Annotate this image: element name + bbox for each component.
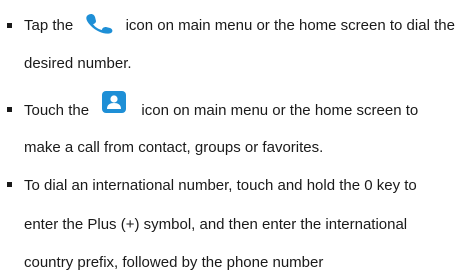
- item-text-line-1: Touch the icon on main menu or the home …: [24, 91, 419, 123]
- item-text-continuation: enter the Plus (+) symbol, and then ente…: [24, 216, 408, 233]
- item-text: To dial an international number, touch a…: [24, 177, 417, 194]
- item-text-after-icon: icon on main menu or the home screen to: [141, 101, 419, 119]
- bullet-marker: [7, 182, 12, 187]
- contacts-icon: [101, 90, 127, 114]
- item-text-line-2: desired number.: [24, 54, 132, 74]
- item-text-continuation: desired number.: [24, 55, 132, 72]
- item-text-before-icon: Tap the: [24, 16, 74, 34]
- item-text-line-2: make a call from contact, groups or favo…: [24, 138, 323, 158]
- item-text-line-1: To dial an international number, touch a…: [24, 176, 417, 196]
- bullet-marker: [7, 23, 12, 28]
- phone-icon: [85, 12, 115, 34]
- item-text-after-icon: icon on main menu or the home screen to …: [125, 16, 455, 34]
- bullet-marker: [7, 107, 12, 112]
- item-text-before-icon: Touch the: [24, 101, 90, 119]
- item-text-line-1: Tap the icon on main menu or the home sc…: [24, 12, 455, 37]
- item-text-line-2: enter the Plus (+) symbol, and then ente…: [24, 215, 407, 235]
- item-text-continuation: country prefix, followed by the phone nu…: [24, 254, 324, 271]
- item-text-continuation: make a call from contact, groups or favo…: [24, 139, 324, 156]
- item-text-line-3: country prefix, followed by the phone nu…: [24, 253, 323, 273]
